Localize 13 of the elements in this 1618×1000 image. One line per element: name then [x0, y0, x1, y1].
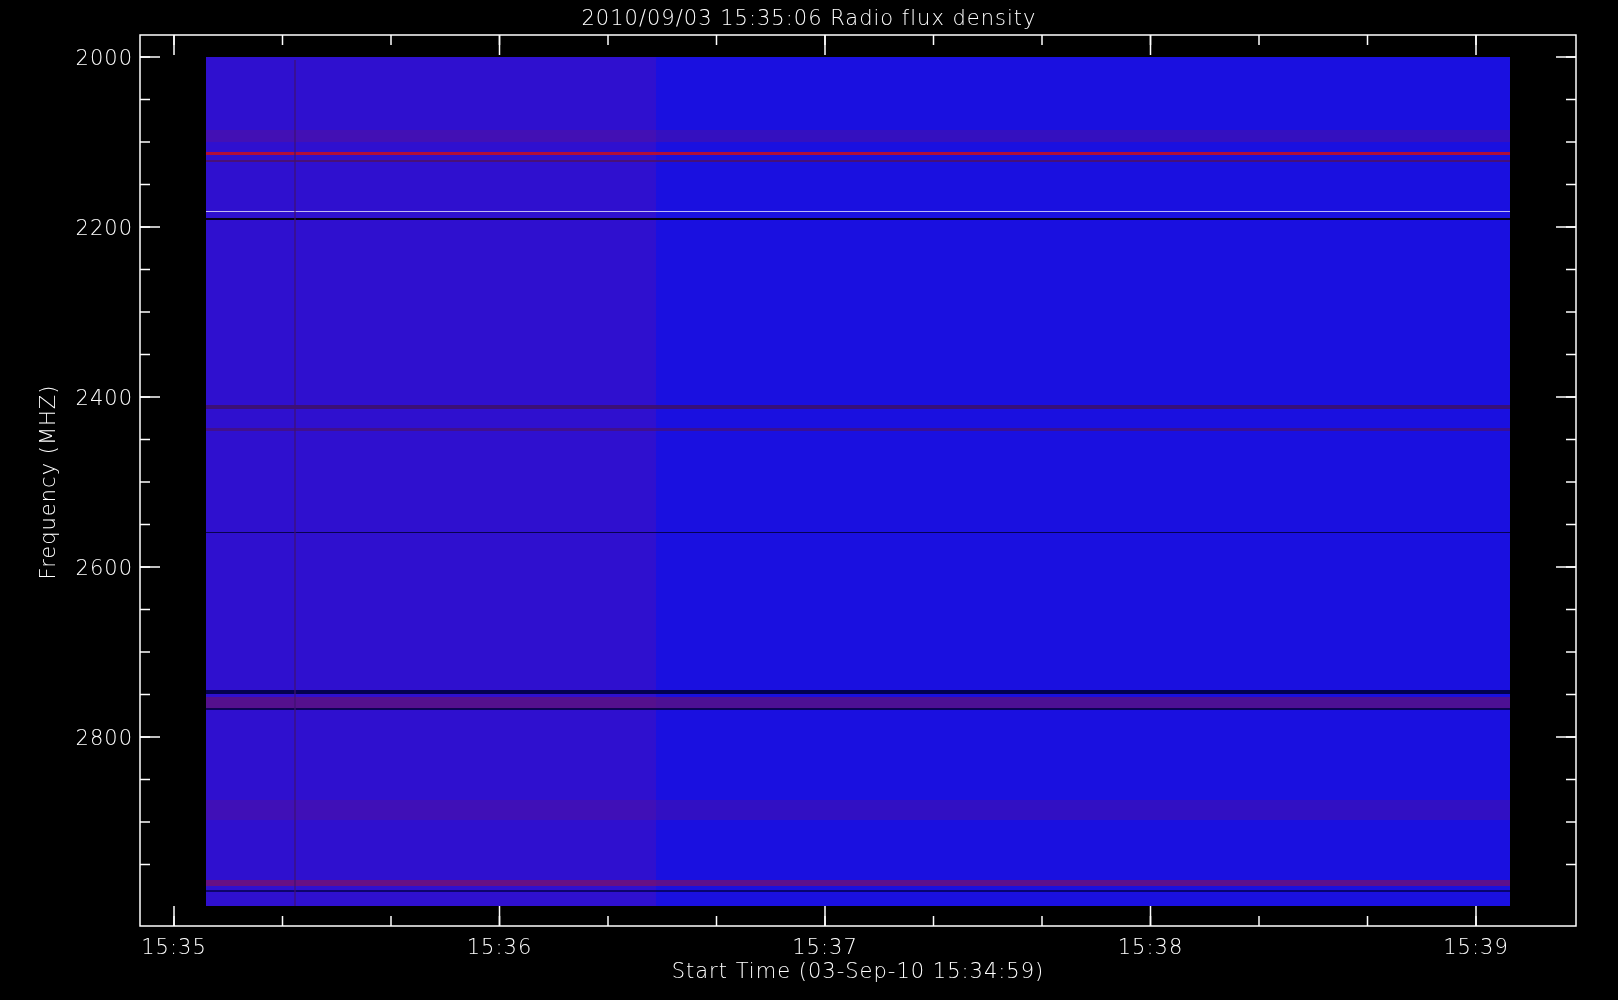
y-tick-label: 2200	[75, 216, 133, 240]
x-tick-label: 15:36	[466, 935, 533, 959]
x-tick-label: 15:35	[141, 935, 207, 959]
x-tick-label: 15:38	[1117, 935, 1184, 959]
y-tick-label: 2400	[75, 386, 133, 410]
y-tick-label: 2800	[75, 726, 133, 750]
y-axis-label: Frequency (MHZ)	[36, 384, 60, 580]
x-axis-label: Start Time (03-Sep-10 15:34:59)	[671, 959, 1045, 983]
y-tick-label: 2000	[75, 46, 133, 70]
x-tick-label: 15:39	[1443, 935, 1509, 959]
y-tick-label: 2600	[75, 556, 133, 580]
x-tick-label: 15:37	[792, 935, 858, 959]
plot-title: 2010/09/03 15:35:06 Radio flux density	[581, 6, 1037, 30]
